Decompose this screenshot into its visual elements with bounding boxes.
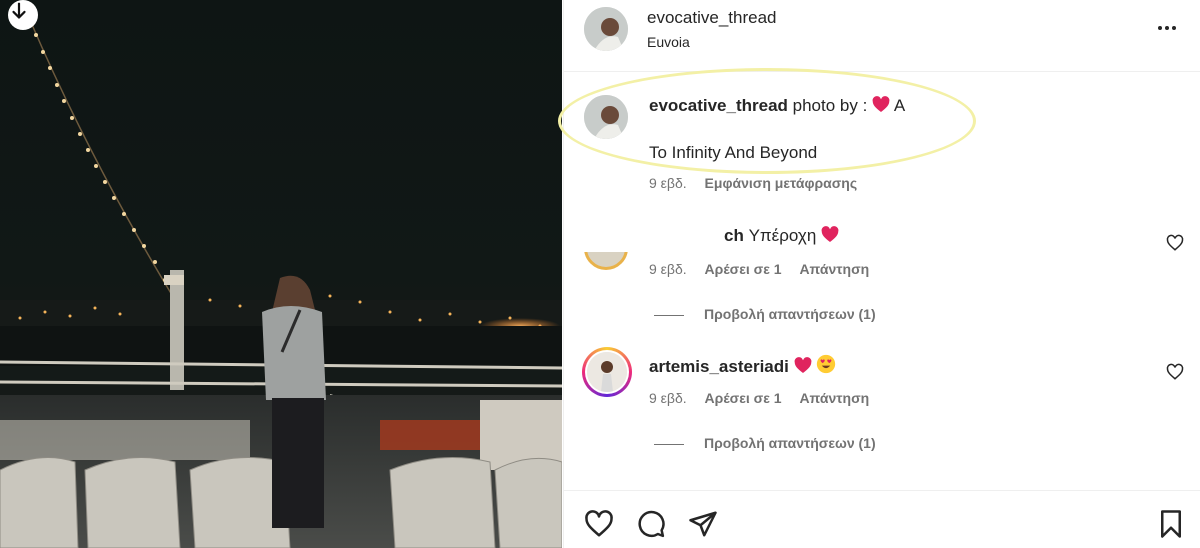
reply-button[interactable]: Απάντηση — [799, 261, 869, 277]
comment-line: artemis_asteriadi — [649, 354, 836, 377]
paper-plane-icon[interactable] — [688, 509, 718, 539]
red-heart-emoji — [821, 226, 839, 242]
caption-text-before: photo by : — [792, 96, 873, 115]
red-heart-emoji — [794, 357, 812, 373]
more-options-button[interactable] — [1153, 18, 1181, 38]
comment-avatar[interactable] — [584, 252, 628, 270]
post-photo[interactable] — [0, 0, 562, 548]
caption-username[interactable]: evocative_thread — [649, 96, 788, 115]
bookmark-icon[interactable] — [1156, 509, 1186, 539]
comment-meta: 9 εβδ. Αρέσει σε 1 Απάντηση — [649, 390, 869, 406]
comment-text: ch Υπέροχη — [724, 226, 839, 246]
view-replies-button[interactable]: Προβολή απαντήσεων (1) — [654, 306, 876, 322]
caption-meta: 9 εβδ. Εμφάνιση μετάφρασης — [649, 175, 857, 191]
view-replies-button[interactable]: Προβολή απαντήσεων (1) — [654, 435, 876, 451]
view-replies-label: Προβολή απαντήσεων (1) — [704, 435, 876, 451]
post-details-pane: evocative_thread Euvoia evocative_thread… — [558, 0, 1200, 548]
post-actions-bar — [564, 490, 1200, 548]
caption-avatar[interactable] — [584, 95, 628, 139]
author-avatar[interactable] — [584, 7, 628, 51]
post-location[interactable]: Euvoia — [647, 34, 690, 50]
comment-time[interactable]: 9 εβδ. — [649, 390, 687, 406]
comment-avatar-story-ring[interactable] — [582, 347, 632, 397]
comment-icon[interactable] — [636, 509, 666, 539]
download-button[interactable] — [8, 0, 38, 30]
heart-eyes-emoji — [817, 354, 836, 374]
caption-text-after: A — [893, 96, 906, 115]
replies-divider — [654, 314, 684, 316]
caption-body: To Infinity And Beyond — [649, 143, 818, 162]
caption-time[interactable]: 9 εβδ. — [649, 175, 687, 191]
comment-meta: 9 εβδ. Αρέσει σε 1 Απάντηση — [649, 261, 869, 277]
comment-body: Υπέροχη — [748, 226, 817, 245]
comment-username[interactable]: artemis_asteriadi — [649, 357, 789, 376]
comment-likes[interactable]: Αρέσει σε 1 — [705, 390, 782, 406]
view-replies-label: Προβολή απαντήσεων (1) — [704, 306, 876, 322]
red-heart-emoji — [872, 96, 890, 112]
night-ferry-scene — [0, 0, 562, 548]
avatar-photo — [584, 7, 628, 51]
like-comment-heart-icon[interactable] — [1166, 234, 1184, 252]
author-username[interactable]: evocative_thread — [647, 8, 776, 28]
post-header: evocative_thread Euvoia — [564, 0, 1200, 72]
arrow-down-icon — [12, 2, 26, 19]
caption-line: evocative_thread photo by : A — [649, 96, 905, 116]
replies-divider — [654, 443, 684, 445]
like-comment-heart-icon[interactable] — [1166, 363, 1184, 381]
avatar-photo — [587, 352, 627, 392]
comment-time[interactable]: 9 εβδ. — [649, 261, 687, 277]
see-translation-link[interactable]: Εμφάνιση μετάφρασης — [705, 175, 858, 191]
comment-username[interactable]: ch — [724, 226, 744, 245]
comment-likes[interactable]: Αρέσει σε 1 — [705, 261, 782, 277]
reply-button[interactable]: Απάντηση — [799, 390, 869, 406]
avatar-photo — [584, 95, 628, 139]
more-options-icon — [1158, 26, 1176, 30]
heart-icon[interactable] — [584, 509, 614, 539]
